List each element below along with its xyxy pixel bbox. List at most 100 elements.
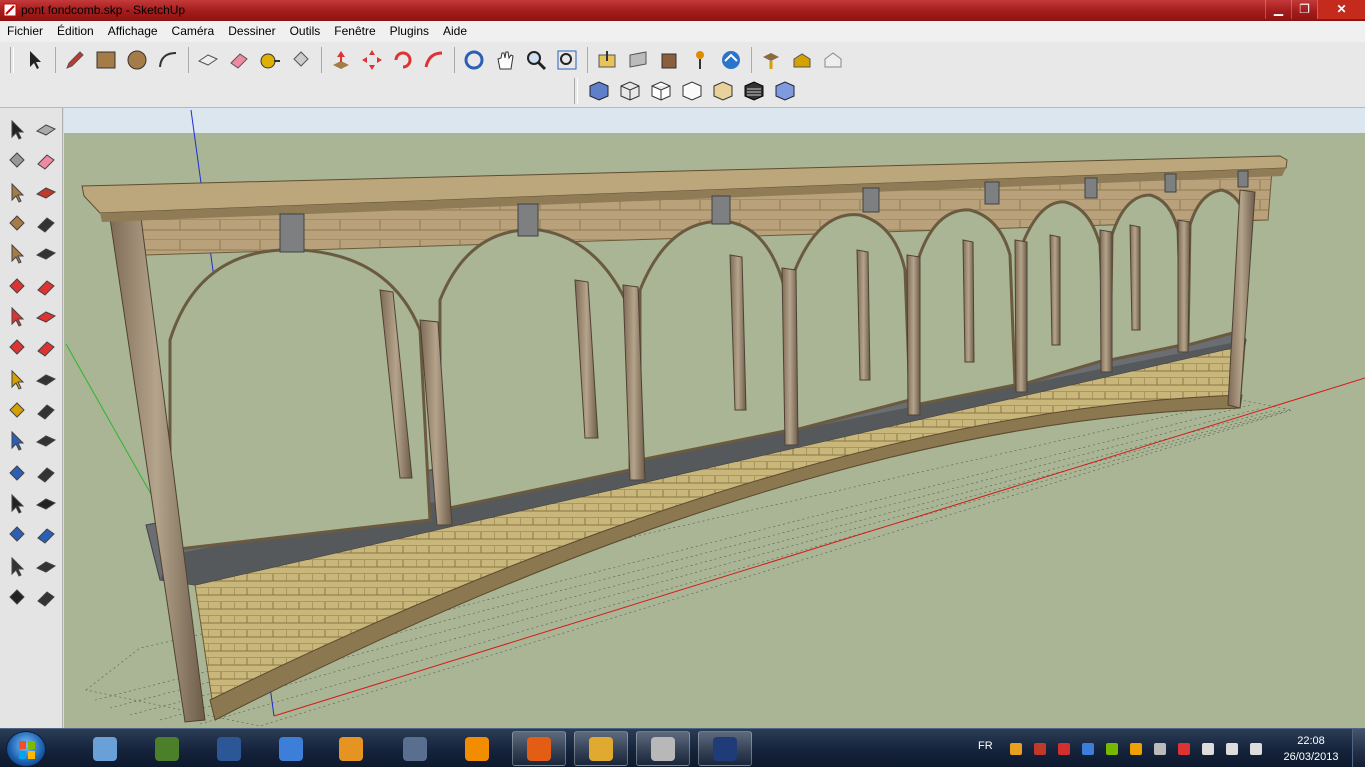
taskbar-firefox-app[interactable]	[512, 731, 566, 766]
arc-tool-button[interactable]	[153, 45, 182, 74]
language-indicator[interactable]: FR	[978, 740, 993, 752]
paint-bucket-button[interactable]	[286, 45, 315, 74]
tray-update-icon[interactable]	[1128, 741, 1144, 757]
follow-me-tool-button[interactable]	[32, 303, 60, 331]
menu-fenetre[interactable]: Fenêtre	[329, 22, 380, 41]
taskbar-explorer-app[interactable]	[264, 731, 318, 766]
hidden-line-style-button[interactable]	[646, 76, 675, 105]
protractor-tool-button[interactable]	[3, 397, 31, 425]
3d-text-tool-button[interactable]	[32, 427, 60, 455]
toolbar-grip[interactable]	[10, 46, 14, 73]
eraser-tool-button[interactable]	[224, 45, 253, 74]
start-button[interactable]	[6, 731, 46, 767]
make-component-button[interactable]	[193, 45, 222, 74]
taskbar-sketchup-app[interactable]	[636, 731, 690, 766]
make-component-tool-button[interactable]	[32, 116, 60, 144]
get-models-button[interactable]	[592, 45, 621, 74]
pan-tool-button[interactable]	[490, 45, 519, 74]
pencil-tool-button[interactable]	[60, 45, 89, 74]
monochrome-style-button[interactable]	[739, 76, 768, 105]
select-tool-button[interactable]	[20, 45, 49, 74]
taskbar-photoshop-app[interactable]	[698, 731, 752, 766]
push-pull-button[interactable]	[326, 45, 355, 74]
menu-edition[interactable]: Édition	[52, 22, 99, 41]
tape-measure-button[interactable]	[255, 45, 284, 74]
maximize-button[interactable]: ❐	[1291, 0, 1317, 19]
preview-button[interactable]	[818, 45, 847, 74]
rotate-tool-button[interactable]	[3, 303, 31, 331]
arc-tool-button[interactable]	[32, 210, 60, 238]
scale-tool-button[interactable]	[3, 334, 31, 362]
shaded-textures-style-button[interactable]	[708, 76, 737, 105]
drawing-viewport[interactable]	[64, 108, 1365, 728]
follow-me-button[interactable]	[419, 45, 448, 74]
paint-bucket-tool-button[interactable]	[3, 147, 31, 175]
menu-outils[interactable]: Outils	[285, 22, 326, 41]
place-button[interactable]	[787, 45, 816, 74]
rotate-tool-button[interactable]	[388, 45, 417, 74]
menu-plugins[interactable]: Plugins	[385, 22, 434, 41]
menu-aide[interactable]: Aide	[438, 22, 472, 41]
zoom-extents-button[interactable]	[552, 45, 581, 74]
move-tool-button[interactable]	[3, 273, 31, 301]
select-tool-button[interactable]	[3, 116, 31, 144]
tape-measure-tool-button[interactable]	[3, 366, 31, 394]
taskbar-media-player-app[interactable]	[324, 731, 378, 766]
taskbar-calculator-app[interactable]	[140, 731, 194, 766]
share-component-button[interactable]	[654, 45, 683, 74]
system-clock[interactable]: 22:08 26/03/2013	[1276, 733, 1346, 765]
show-desktop-button[interactable]	[1352, 729, 1365, 767]
tray-sync-icon[interactable]	[1152, 741, 1168, 757]
tray-network-icon[interactable]	[1224, 741, 1240, 757]
xray-style-button[interactable]	[584, 76, 613, 105]
tray-app-icon[interactable]	[1008, 741, 1024, 757]
tray-flag-icon[interactable]	[1176, 741, 1192, 757]
push-pull-tool-button[interactable]	[32, 273, 60, 301]
offset-tool-button[interactable]	[32, 334, 60, 362]
orbit-tool-button[interactable]	[459, 45, 488, 74]
orbit-tool-button[interactable]	[3, 460, 31, 488]
taskbar-xnview-app[interactable]	[388, 731, 442, 766]
taskbar-sketchup-app[interactable]	[78, 731, 132, 766]
walk-tool-button[interactable]	[3, 584, 31, 612]
menu-fichier[interactable]: Fichier	[2, 22, 48, 41]
position-camera-tool-button[interactable]	[3, 553, 31, 581]
taskbar-vlc-app[interactable]	[450, 731, 504, 766]
look-around-tool-button[interactable]	[32, 553, 60, 581]
circle-tool-button[interactable]	[3, 210, 31, 238]
shaded-style-button[interactable]	[677, 76, 706, 105]
move-tool-button[interactable]	[357, 45, 386, 74]
rectangle-tool-button[interactable]	[91, 45, 120, 74]
axes-tool-button[interactable]	[3, 427, 31, 455]
tray-device-icon[interactable]	[1200, 741, 1216, 757]
line-tool-button[interactable]	[32, 179, 60, 207]
eraser-tool-button[interactable]	[32, 147, 60, 175]
minimize-button[interactable]: ▁	[1265, 0, 1291, 19]
taskbar-word-app[interactable]	[202, 731, 256, 766]
zoom-tool-button[interactable]	[521, 45, 550, 74]
circle-tool-button[interactable]	[122, 45, 151, 74]
polygon-tool-button[interactable]	[3, 240, 31, 268]
tray-pdf-icon[interactable]	[1056, 741, 1072, 757]
zoom-window-tool-button[interactable]	[32, 490, 60, 518]
tray-security-icon[interactable]	[1032, 741, 1048, 757]
google-earth-button[interactable]	[716, 45, 745, 74]
rectangle-tool-button[interactable]	[3, 179, 31, 207]
menu-camera[interactable]: Caméra	[167, 22, 220, 41]
toolbar-grip[interactable]	[574, 77, 578, 104]
tray-photoshop-icon[interactable]	[1080, 741, 1096, 757]
dimension-tool-button[interactable]	[32, 366, 60, 394]
zoom-tool-button[interactable]	[3, 490, 31, 518]
section-plane-tool-button[interactable]	[32, 584, 60, 612]
tray-volume-icon[interactable]	[1248, 741, 1264, 757]
taskbar-folder-app[interactable]	[574, 731, 628, 766]
bridge-model[interactable]	[64, 108, 1365, 728]
share-model-button[interactable]	[623, 45, 652, 74]
text-tool-button[interactable]	[32, 397, 60, 425]
menu-affichage[interactable]: Affichage	[103, 22, 163, 41]
tray-nvidia-icon[interactable]	[1104, 741, 1120, 757]
menu-dessiner[interactable]: Dessiner	[223, 22, 280, 41]
back-edges-style-button[interactable]	[770, 76, 799, 105]
add-location-button[interactable]	[685, 45, 714, 74]
close-button[interactable]: ✕	[1317, 0, 1365, 19]
